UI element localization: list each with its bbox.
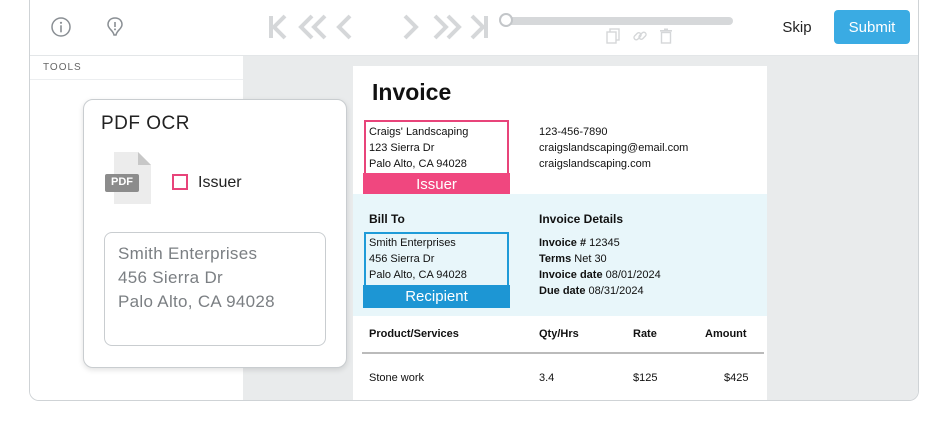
next-icon[interactable] bbox=[402, 14, 420, 40]
issuer-contact: 123-456-7890 craigslandscaping@email.com… bbox=[539, 124, 688, 172]
pdf-icon-label: PDF bbox=[111, 176, 133, 188]
last-page-icon[interactable] bbox=[470, 14, 490, 40]
ocr-result-line: 456 Sierra Dr bbox=[118, 268, 223, 287]
detail-label: Invoice # bbox=[539, 237, 587, 249]
table-cell: 3.4 bbox=[539, 372, 555, 384]
detail-label: Due date bbox=[539, 285, 586, 297]
detail-row: Invoice date 08/01/2024 bbox=[539, 267, 661, 283]
issuer-checkbox-label: Issuer bbox=[198, 174, 242, 191]
toolbar: Skip Submit bbox=[30, 0, 918, 56]
ocr-result-field[interactable]: Smith Enterprises 456 Sierra Dr Palo Alt… bbox=[104, 232, 326, 346]
copy-icon[interactable] bbox=[606, 28, 620, 44]
contact-line: craigslandscaping.com bbox=[539, 158, 651, 170]
table-cell: Stone work bbox=[369, 372, 425, 384]
invoice-title: Invoice bbox=[372, 79, 452, 105]
tools-heading: TOOLS bbox=[43, 62, 82, 73]
recipient-tag[interactable]: Recipient bbox=[363, 285, 510, 308]
prev-icon[interactable] bbox=[335, 14, 353, 40]
progress-track bbox=[505, 17, 733, 25]
ocr-result-line: Palo Alto, CA 94028 bbox=[118, 292, 275, 311]
pdf-ocr-panel: PDF OCR PDF Issuer Smith Enterprises 456… bbox=[83, 99, 347, 368]
rewind-icon[interactable] bbox=[298, 14, 328, 40]
delete-icon[interactable] bbox=[659, 28, 673, 44]
contact-line: craigslandscaping@email.com bbox=[539, 142, 689, 154]
invoice-page: Invoice Craigs' Landscaping 123 Sierra D… bbox=[353, 66, 767, 400]
fast-forward-icon[interactable] bbox=[432, 14, 462, 40]
table-cell: $125 bbox=[633, 372, 658, 384]
detail-row: Terms Net 30 bbox=[539, 251, 661, 267]
skip-button[interactable]: Skip bbox=[770, 10, 824, 44]
progress-slider[interactable] bbox=[499, 13, 733, 27]
contact-line: 123-456-7890 bbox=[539, 126, 608, 138]
detail-value: 12345 bbox=[589, 237, 620, 249]
submit-button[interactable]: Submit bbox=[834, 10, 910, 44]
detail-value: Net 30 bbox=[574, 253, 607, 265]
table-header: Qty/Hrs bbox=[539, 328, 579, 340]
invoice-details-heading: Invoice Details bbox=[539, 212, 624, 226]
link-icon[interactable] bbox=[632, 28, 648, 44]
detail-label: Terms bbox=[539, 253, 572, 265]
ocr-result-line: Smith Enterprises bbox=[118, 244, 258, 263]
detail-row: Due date 08/31/2024 bbox=[539, 283, 661, 299]
ocr-panel-title: PDF OCR bbox=[101, 113, 190, 134]
table-header: Product/Services bbox=[369, 328, 459, 340]
progress-handle[interactable] bbox=[499, 13, 513, 27]
issuer-checkbox[interactable] bbox=[172, 174, 188, 190]
sidebar-divider bbox=[30, 79, 243, 80]
invoice-details: Invoice # 12345 Terms Net 30 Invoice dat… bbox=[539, 235, 661, 299]
table-header: Amount bbox=[705, 328, 747, 340]
table-divider bbox=[362, 352, 764, 354]
table-header: Rate bbox=[633, 328, 657, 340]
issuer-tag[interactable]: Issuer bbox=[363, 173, 510, 196]
detail-label: Invoice date bbox=[539, 269, 603, 281]
info-icon[interactable] bbox=[50, 16, 72, 38]
hint-icon[interactable] bbox=[104, 16, 126, 38]
detail-value: 08/31/2024 bbox=[588, 285, 644, 297]
table-cell: $425 bbox=[724, 372, 749, 384]
bill-to-heading: Bill To bbox=[369, 212, 405, 226]
first-page-icon[interactable] bbox=[267, 14, 287, 40]
pdf-file-icon: PDF bbox=[105, 152, 153, 204]
detail-row: Invoice # 12345 bbox=[539, 235, 661, 251]
detail-value: 08/01/2024 bbox=[605, 269, 661, 281]
